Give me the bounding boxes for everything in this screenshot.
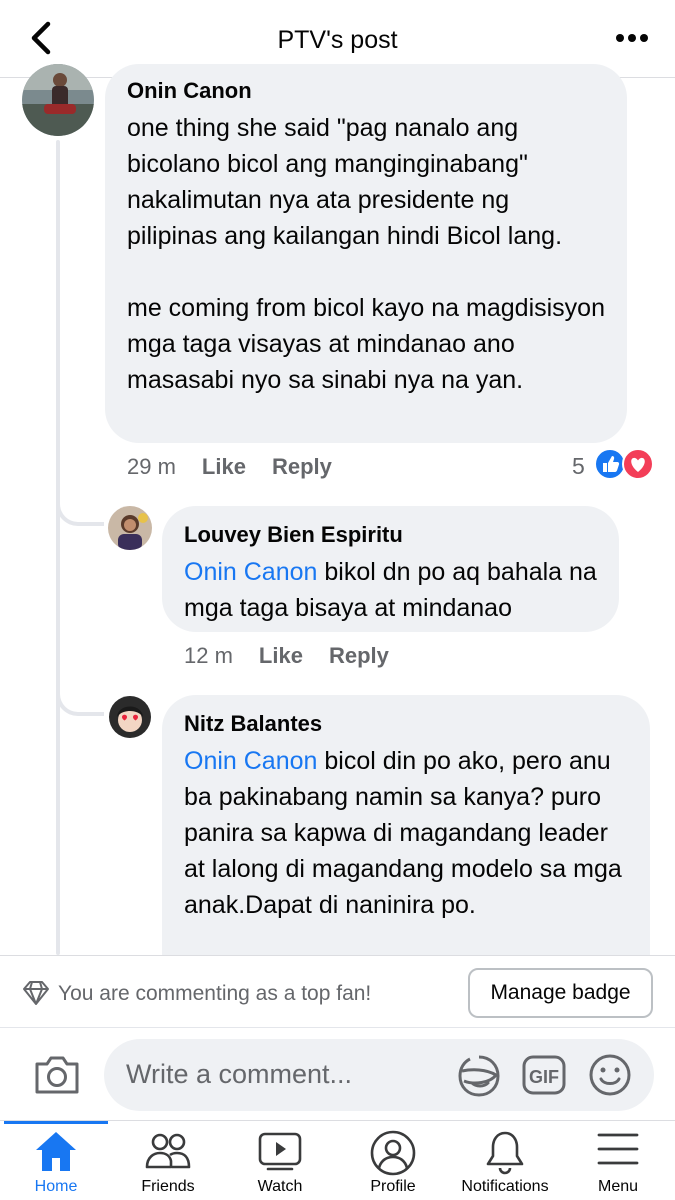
reply-button[interactable]: Reply: [272, 454, 332, 479]
comment-placeholder: Write a comment...: [126, 1059, 353, 1089]
reply-bubble[interactable]: Louvey Bien Espiritu Onin Canon bikol dn…: [162, 506, 619, 632]
reply-connector: [56, 500, 104, 526]
like-button[interactable]: Like: [202, 454, 246, 479]
comment-time[interactable]: 29 m: [127, 454, 176, 479]
mention-link[interactable]: Onin Canon: [184, 747, 317, 775]
bell-icon: [486, 1131, 524, 1175]
emoji-icon: [589, 1054, 631, 1096]
svg-text:GIF: GIF: [529, 1067, 559, 1087]
reply-bubble[interactable]: Nitz Balantes Onin Canon bicol din po ak…: [162, 695, 650, 995]
reply-author[interactable]: Nitz Balantes: [184, 711, 628, 737]
camera-icon: [35, 1056, 79, 1094]
nav-profile[interactable]: Profile: [337, 1121, 449, 1200]
reaction-count[interactable]: 5: [572, 453, 585, 480]
nav-label: Profile: [370, 1178, 416, 1195]
nav-home[interactable]: Home: [0, 1121, 112, 1200]
user-photo: [108, 695, 152, 739]
user-photo: [22, 64, 94, 136]
nav-label: Friends: [141, 1178, 195, 1195]
friends-icon: [145, 1133, 191, 1169]
avatar[interactable]: [108, 695, 152, 739]
reply-text: Onin Canon bicol din po ako, pero anu ba…: [184, 743, 628, 923]
comment-text: one thing she said "pag nanalo ang bicol…: [127, 114, 605, 394]
nav-menu[interactable]: Menu: [562, 1121, 674, 1200]
reply-text: Onin Canon bikol dn po aq bahala na mga …: [184, 554, 597, 626]
nav-label: Watch: [257, 1178, 303, 1195]
mention-link[interactable]: Onin Canon: [184, 558, 317, 586]
gif-icon: GIF: [522, 1055, 566, 1095]
gif-button[interactable]: GIF: [522, 1055, 566, 1095]
nav-notifications[interactable]: Notifications: [449, 1121, 561, 1200]
manage-badge-button[interactable]: Manage badge: [468, 968, 653, 1018]
camera-button[interactable]: [32, 1052, 82, 1096]
comment-author[interactable]: Onin Canon: [127, 78, 605, 104]
reply-connector: [56, 690, 104, 716]
reply-author[interactable]: Louvey Bien Espiritu: [184, 522, 597, 548]
top-fan-label: You are commenting as a top fan!: [58, 982, 372, 1005]
bottom-navigation: Home Friends Watch Profile Notifications…: [0, 1120, 675, 1200]
nav-watch[interactable]: Watch: [224, 1121, 336, 1200]
more-icon: [616, 34, 648, 42]
like-button[interactable]: Like: [259, 643, 303, 668]
diamond-icon: [23, 981, 49, 1005]
reply-actions: 12 m Like Reply: [184, 643, 389, 669]
comment-input[interactable]: Write a comment... GIF: [104, 1039, 654, 1111]
comment-composer: Write a comment... GIF: [0, 1027, 675, 1120]
emoji-button[interactable]: [588, 1053, 632, 1097]
page-title: PTV's post: [277, 26, 398, 54]
home-icon: [36, 1132, 76, 1171]
nav-label: Notifications: [461, 1178, 549, 1195]
sticker-icon: [458, 1055, 500, 1097]
nav-label: Home: [34, 1178, 78, 1195]
reply-time[interactable]: 12 m: [184, 643, 233, 668]
avatar[interactable]: [108, 506, 152, 550]
reaction-icons[interactable]: [594, 448, 654, 480]
comment-actions: 29 m Like Reply: [127, 454, 332, 480]
reply-button[interactable]: Reply: [329, 643, 389, 668]
nav-friends[interactable]: Friends: [112, 1121, 224, 1200]
nav-label: Menu: [597, 1178, 639, 1195]
avatar[interactable]: [22, 64, 94, 136]
watch-icon: [258, 1132, 302, 1171]
sticker-button[interactable]: [456, 1053, 502, 1099]
menu-icon: [597, 1133, 639, 1165]
more-options-button[interactable]: [615, 30, 649, 46]
top-fan-bar: You are commenting as a top fan! Manage …: [0, 955, 675, 1027]
profile-icon: [370, 1130, 416, 1176]
comment-bubble[interactable]: Onin Canon one thing she said "pag nanal…: [105, 64, 627, 443]
love-reaction-icon: [622, 448, 654, 480]
user-photo: [108, 506, 152, 550]
thread-line: [56, 140, 60, 955]
